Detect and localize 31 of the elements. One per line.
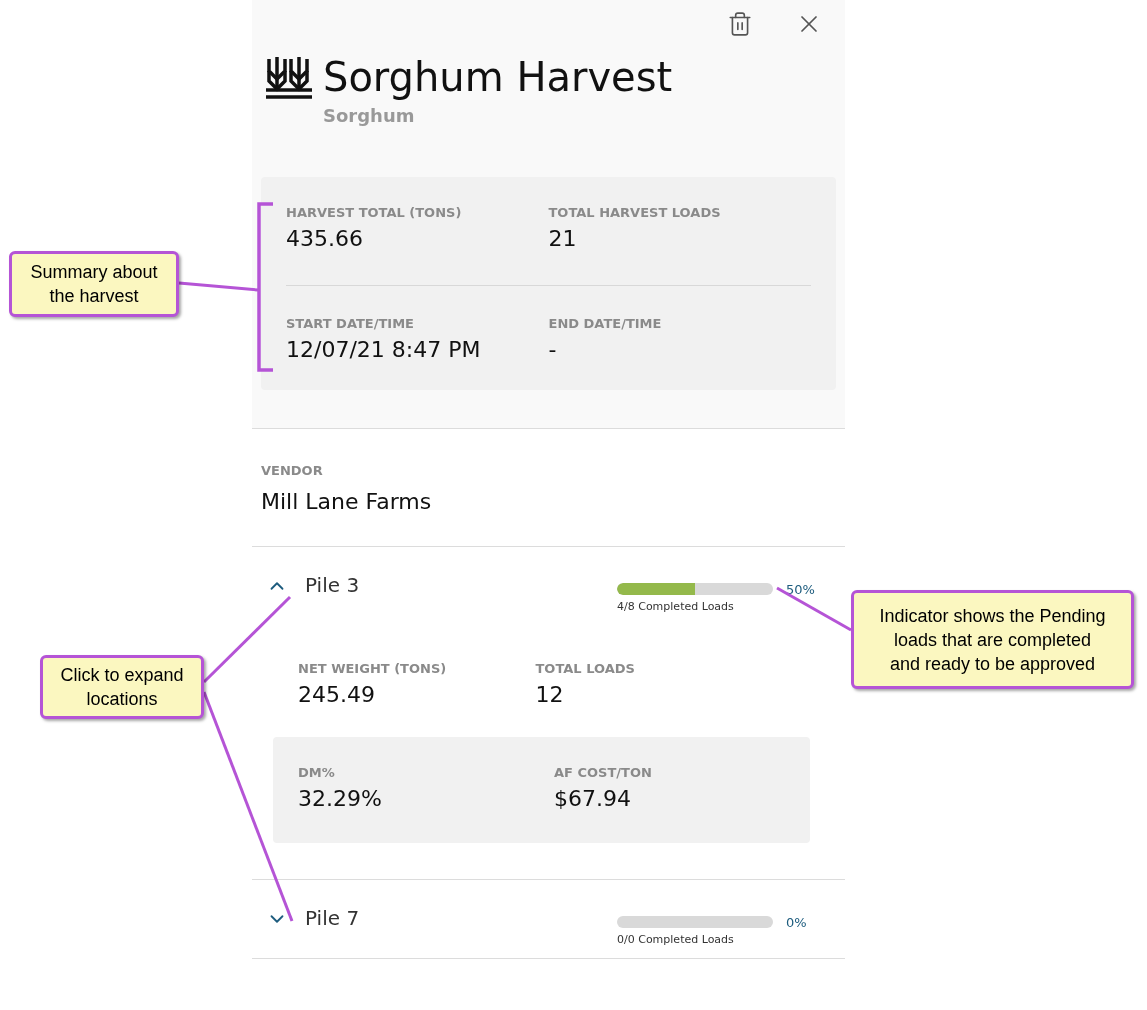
stat-value: - [548, 336, 557, 364]
stat-value: 435.66 [286, 225, 363, 253]
stat-value: 245.49 [298, 680, 375, 709]
stat-label: START DATE/TIME [286, 316, 414, 332]
stat-value: 32.29% [298, 784, 382, 813]
harvest-title: Sorghum Harvest [323, 53, 673, 102]
stat-label: END DATE/TIME [548, 316, 662, 332]
stat-label: HARVEST TOTAL (TONS) [286, 205, 462, 221]
wheat-icon [265, 55, 313, 99]
progress-percent: 0% [786, 913, 807, 932]
crop-subtitle: Sorghum [323, 105, 415, 126]
progress-caption: 0/0 Completed Loads [617, 932, 734, 948]
stat-label: AF COST/TON [554, 764, 652, 781]
stat-value: 21 [548, 225, 577, 253]
vendor-label: VENDOR [261, 462, 324, 480]
progress-percent: 50% [786, 580, 815, 599]
stat-value: 12 [535, 680, 564, 709]
stat-label: TOTAL LOADS [535, 660, 635, 677]
vendor-name: Mill Lane Farms [261, 487, 433, 516]
stat-value: 12/07/21 8:47 PM [286, 336, 481, 364]
pile-name: Pile 3 [305, 571, 360, 599]
callout-note: Click to expand locations [40, 655, 204, 719]
progress-caption: 4/8 Completed Loads [617, 599, 734, 615]
stat-value: $67.94 [554, 784, 631, 813]
stat-label: NET WEIGHT (TONS) [298, 660, 447, 677]
pile-name: Pile 7 [305, 904, 360, 932]
callout-note: Summary about the harvest [9, 251, 179, 317]
stat-label: DM% [298, 764, 335, 781]
callout-note: Indicator shows the Pending loads that are completed and ready to be approved [851, 590, 1134, 689]
stat-label: TOTAL HARVEST LOADS [548, 205, 721, 221]
delete-icon[interactable] [727, 10, 753, 38]
